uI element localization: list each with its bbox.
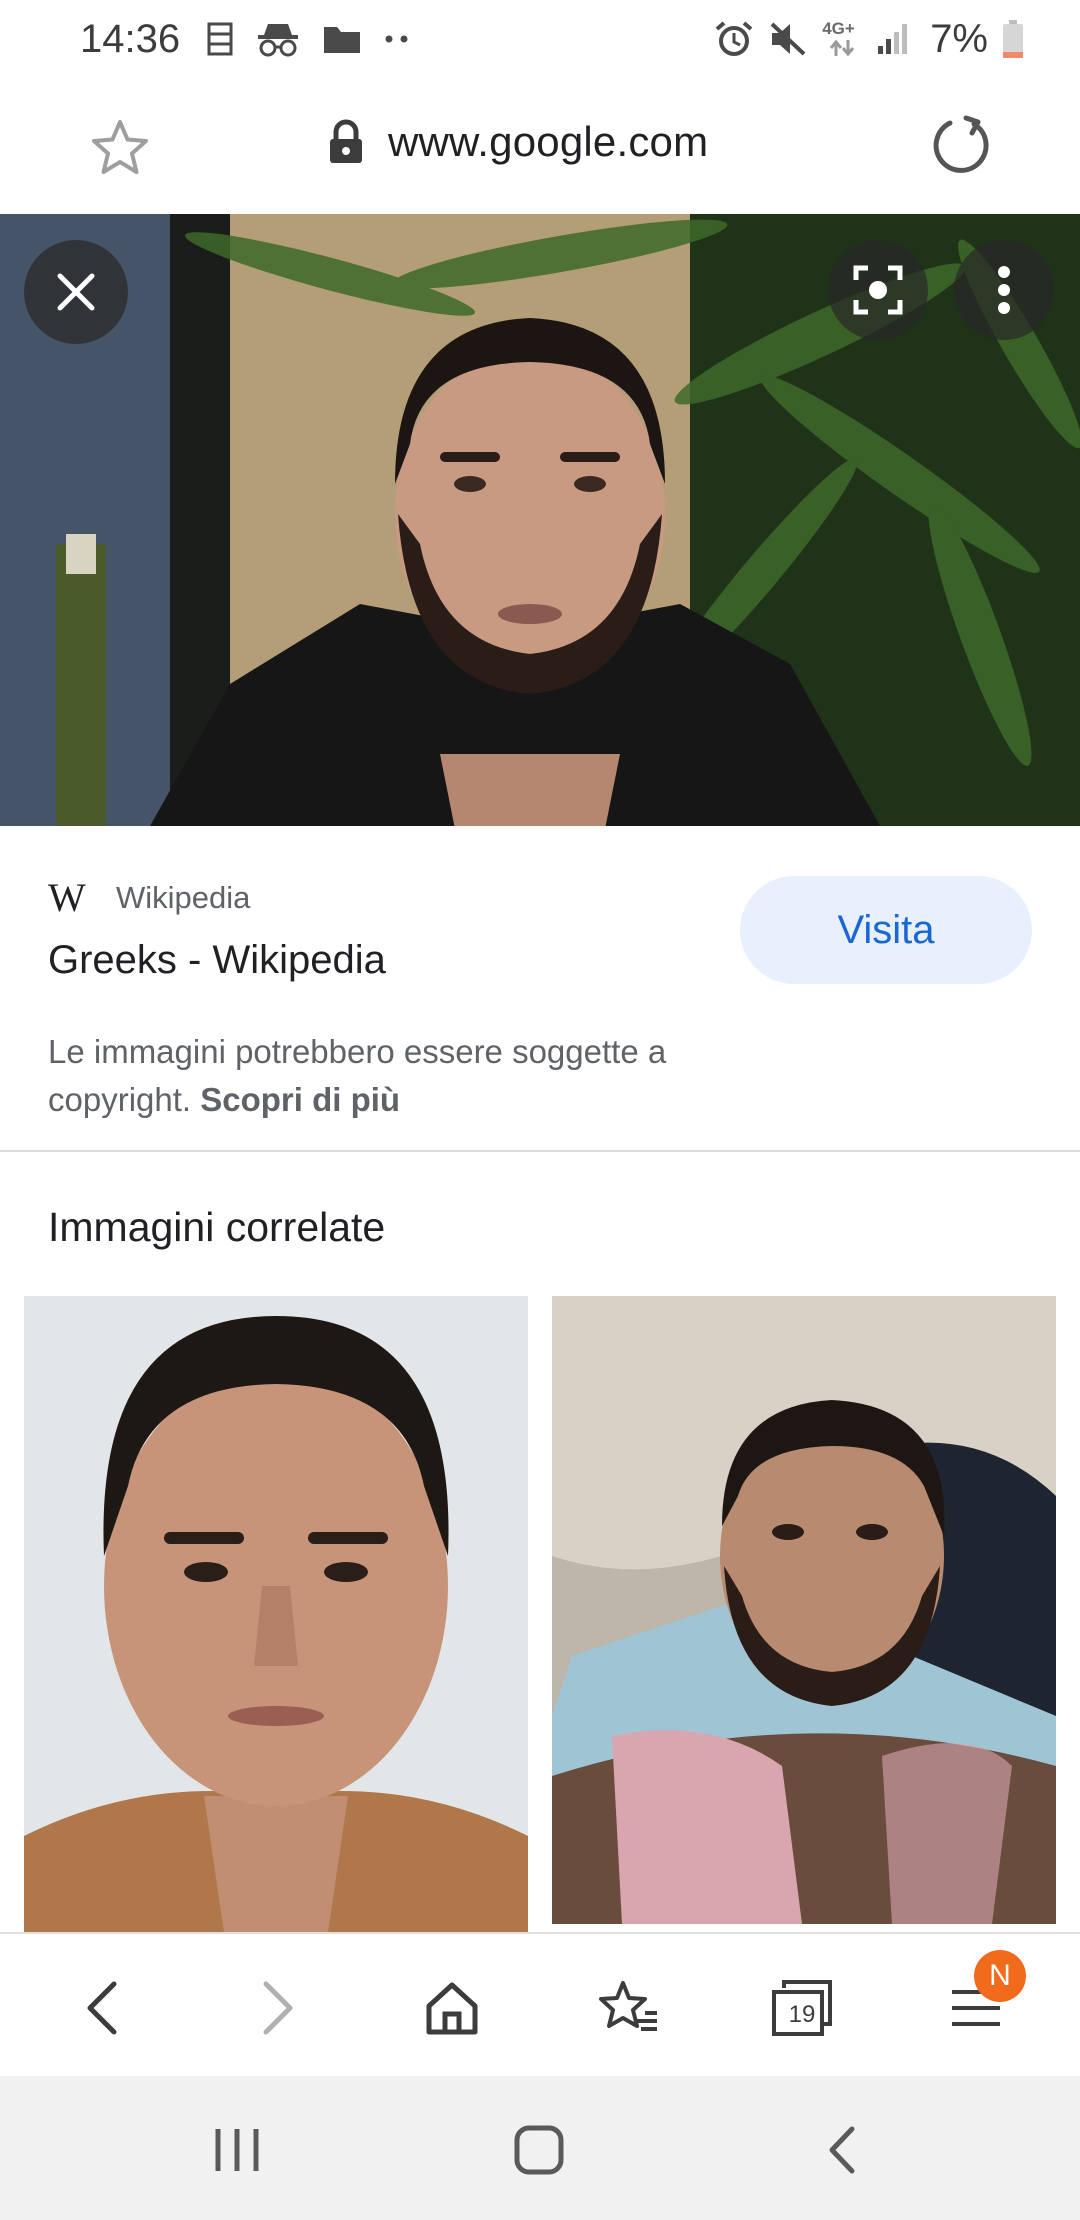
forward-icon — [263, 1981, 293, 2035]
star-icon — [92, 120, 148, 174]
notification-badge: N — [974, 1950, 1026, 2002]
image-preview[interactable] — [0, 214, 1080, 826]
network-label: 4G+ — [822, 19, 855, 38]
address-field[interactable]: www.google.com — [326, 118, 708, 166]
related-images-grid — [24, 1296, 1056, 1932]
url-bar: www.google.com — [0, 78, 1080, 214]
learn-more-link[interactable]: Scopri di più — [200, 1081, 400, 1118]
lock-icon — [330, 119, 362, 163]
tabs-icon: 19 — [770, 1978, 834, 2038]
more-vert-icon — [998, 266, 1010, 314]
visit-button[interactable]: Visita — [740, 876, 1032, 984]
system-navigation-bar — [0, 2076, 1080, 2220]
mute-icon — [770, 22, 806, 56]
recents-icon — [215, 2129, 259, 2171]
url-text: www.google.com — [388, 118, 709, 165]
reload-button[interactable] — [928, 112, 994, 178]
close-button[interactable] — [24, 240, 128, 344]
incognito-icon — [258, 24, 299, 57]
related-images-heading: Immagini correlate — [48, 1204, 386, 1250]
copyright-notice: Le immagini potrebbero essere soggette a… — [48, 1028, 808, 1124]
more-dots-icon — [385, 35, 408, 43]
forward-button[interactable] — [240, 1970, 316, 2046]
related-photo-1 — [24, 1296, 528, 1932]
system-back-button[interactable] — [806, 2118, 876, 2182]
network-4g-icon: 4G+ — [822, 19, 862, 59]
wikipedia-logo: W — [48, 875, 86, 920]
back-button[interactable] — [64, 1970, 140, 2046]
home-icon — [426, 1982, 478, 2035]
bookmarks-button[interactable] — [590, 1970, 666, 2046]
battery-icon — [1003, 20, 1023, 58]
lens-icon — [853, 265, 903, 315]
system-home-button[interactable] — [504, 2118, 574, 2182]
signal-icon — [878, 24, 908, 54]
browser-toolbar: 19 — [0, 1932, 1080, 2076]
battery-percent: 7% — [930, 16, 988, 61]
status-left-icons — [206, 21, 410, 57]
home-button[interactable] — [414, 1970, 490, 2046]
bookmark-star-button[interactable] — [88, 116, 152, 180]
related-photo-2 — [552, 1296, 1056, 1924]
calendar-icon — [207, 22, 233, 56]
reload-icon — [933, 115, 989, 173]
source-page-title[interactable]: Greeks - Wikipedia — [48, 938, 386, 983]
status-right-icons: 4G+ 7% — [714, 17, 1024, 62]
bookmarks-icon — [599, 1981, 657, 2031]
source-site-name: Wikipedia — [116, 879, 251, 915]
close-icon — [57, 273, 95, 311]
source-attribution[interactable]: W Wikipedia — [48, 874, 250, 921]
more-options-button[interactable] — [954, 240, 1054, 340]
tabs-button[interactable]: 19 — [764, 1970, 840, 2046]
folder-icon — [324, 27, 361, 53]
related-image-1[interactable] — [24, 1296, 528, 1932]
alarm-icon — [715, 21, 753, 56]
recents-button[interactable] — [202, 2118, 272, 2182]
source-panel: W Wikipedia Greeks - Wikipedia Visita Le… — [0, 826, 1080, 1152]
status-time: 14:36 — [80, 16, 181, 61]
back-icon — [829, 2126, 855, 2174]
back-icon — [87, 1981, 117, 2035]
related-image-2[interactable] — [552, 1296, 1056, 1924]
lens-search-button[interactable] — [828, 240, 928, 340]
status-bar: 14:36 4G+ 7% — [0, 0, 1080, 78]
home-icon — [514, 2125, 564, 2175]
tabs-count: 19 — [788, 2001, 816, 2028]
